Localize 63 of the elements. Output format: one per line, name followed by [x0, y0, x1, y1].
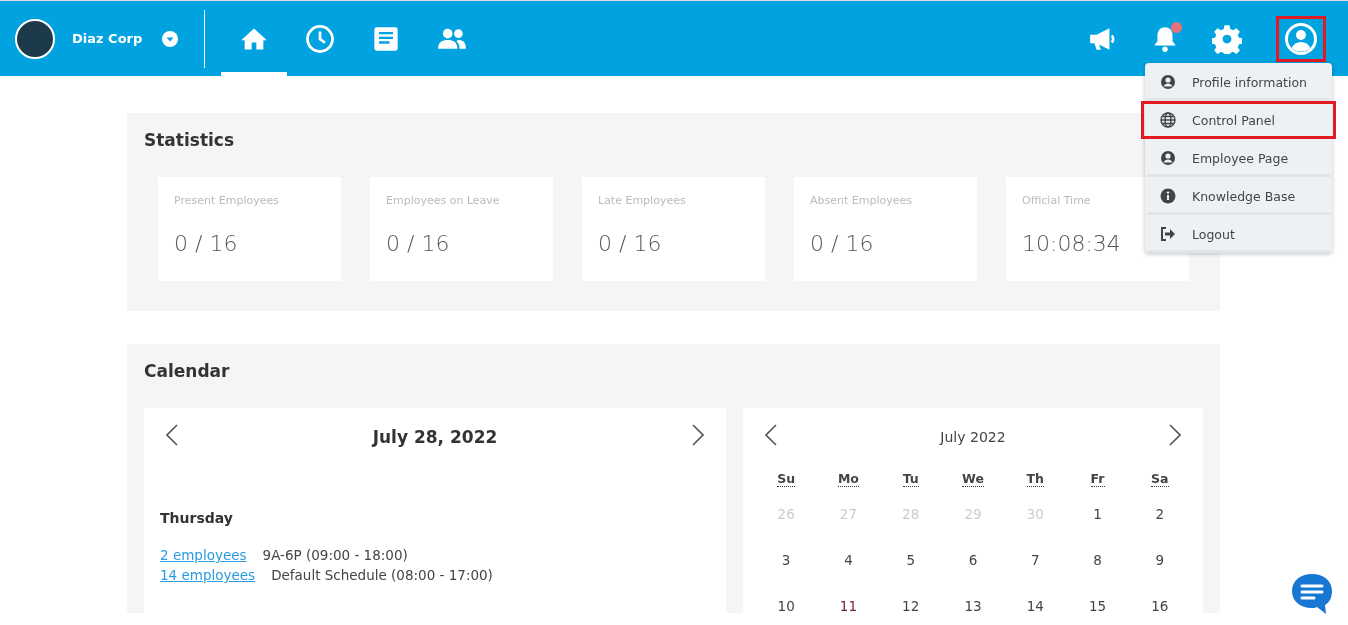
user-icon [1285, 22, 1317, 55]
info-icon [1160, 188, 1176, 204]
weekday-header: Th [1026, 471, 1044, 487]
schedule-text: 9A-6P (09:00 - 18:00) [262, 547, 408, 563]
user-icon [1160, 150, 1176, 166]
calendar-day[interactable]: 9 [1155, 552, 1165, 568]
bell-icon[interactable] [1152, 24, 1178, 53]
settings-icon[interactable] [1212, 23, 1242, 54]
logout-icon [1160, 226, 1176, 242]
globe-icon [1160, 112, 1176, 128]
menu-item-label: Logout [1192, 226, 1235, 242]
stat-value: 0 / 16 [598, 231, 662, 256]
calendar-day[interactable]: 6 [968, 552, 978, 568]
schedule-text: Default Schedule (08:00 - 17:00) [271, 567, 493, 583]
weekday-header: Su [777, 471, 796, 487]
document-icon [372, 24, 400, 53]
menu-item-label: Profile information [1192, 74, 1307, 90]
people-icon [437, 27, 467, 50]
calendar-day[interactable]: 7 [1031, 552, 1040, 568]
stat-value: 10:08:34 [1022, 231, 1121, 256]
calendar-day[interactable]: 8 [1093, 552, 1102, 568]
company-name: Diaz Corp [72, 31, 143, 46]
panel-title: Statistics [144, 130, 236, 150]
clock-icon [305, 23, 335, 54]
user-icon [1160, 74, 1176, 90]
panel-title: Calendar [144, 361, 231, 381]
calendar-day[interactable]: 1 [1093, 506, 1102, 522]
stat-value: 0 / 16 [810, 231, 874, 256]
profile-button[interactable] [1276, 15, 1326, 62]
calendar-day[interactable]: 2 [1155, 506, 1165, 522]
stat-label: Present Employees [174, 194, 279, 207]
weekday-header: We [962, 471, 984, 487]
menu-item[interactable]: Control Panel [1141, 101, 1336, 139]
stat-value: 0 / 16 [386, 231, 450, 256]
weekday-header: Sa [1151, 471, 1169, 487]
weekday-header: Fr [1090, 471, 1105, 487]
weekday-header: Tu [902, 471, 919, 487]
stat-label: Late Employees [598, 194, 686, 207]
stat-label: Absent Employees [810, 194, 912, 207]
stat-label: Employees on Leave [386, 194, 500, 207]
stat-label: Official Time [1022, 194, 1091, 207]
calendar-day[interactable]: 5 [906, 552, 915, 568]
dropdown-icon[interactable] [162, 30, 179, 47]
calendar-day[interactable]: 12 [902, 598, 920, 613]
weekday-label: Thursday [160, 510, 234, 526]
menu-item-label: Employee Page [1192, 150, 1289, 166]
calendar-day[interactable]: 15 [1088, 598, 1107, 613]
weekday-header: Mo [837, 471, 859, 487]
stat-value: 0 / 16 [174, 231, 238, 256]
calendar-day[interactable]: 3 [781, 552, 791, 568]
calendar-day[interactable]: 11 [839, 598, 857, 613]
chat-button[interactable] [1290, 572, 1334, 616]
month-title: July 2022 [940, 429, 1006, 445]
calendar-day[interactable]: 16 [1151, 598, 1169, 613]
calendar-day[interactable]: 14 [1026, 598, 1044, 613]
menu-item-label: Knowledge Base [1192, 188, 1296, 204]
date-title: July 28, 2022 [372, 427, 498, 447]
calendar-day[interactable]: 13 [964, 598, 982, 613]
menu-item-label: Control Panel [1192, 112, 1275, 128]
menu-item[interactable]: Profile information [1145, 63, 1332, 101]
calendar-day[interactable]: 10 [777, 598, 795, 613]
company-logo [15, 18, 55, 59]
calendar-day[interactable]: 4 [844, 552, 853, 568]
